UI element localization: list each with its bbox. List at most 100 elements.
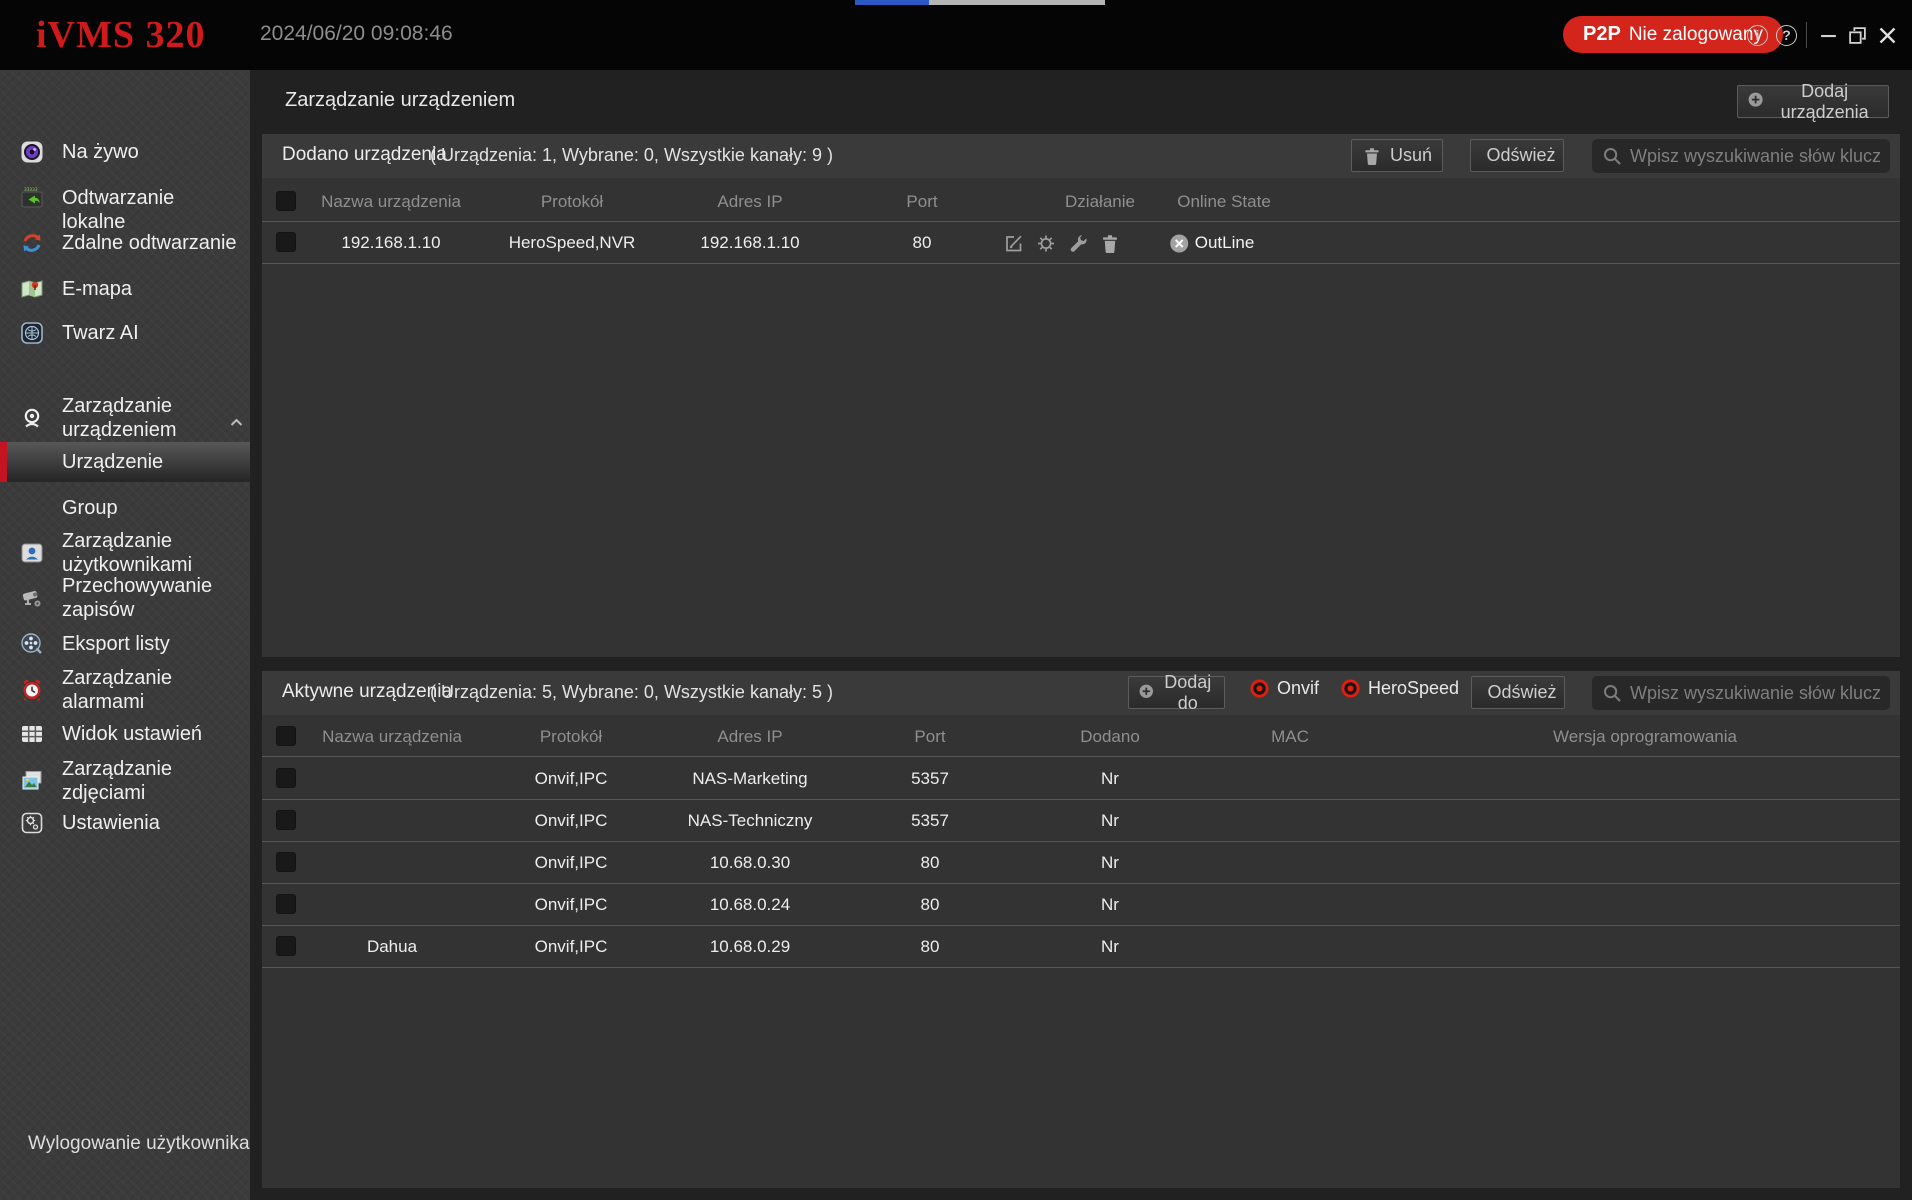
trash-icon[interactable] <box>1100 233 1121 254</box>
sidebar-item-twarz-ai[interactable]: Twarz AI <box>0 321 250 345</box>
info-icon[interactable]: i <box>1746 24 1769 47</box>
active-devices-summary: ( Urządzenia: 5, Wybrane: 0, Wszystkie k… <box>430 682 833 703</box>
sidebar-item-label: Zarządzanie alarmami <box>62 666 240 714</box>
sidebar-item-przechowywanie-zapis-w[interactable]: Przechowywanie zapisów <box>0 574 250 622</box>
active-device-row[interactable]: Onvif,IPC10.68.0.2480Nr <box>262 884 1900 926</box>
titlebar-artifact-gray <box>929 0 1105 5</box>
refresh-added-button[interactable]: Odśwież <box>1470 139 1564 172</box>
face-ai-icon <box>20 321 44 345</box>
sidebar: Na żywo 33333Odtwarzanie lokalne Zdalne od… <box>0 70 250 1200</box>
plus-icon <box>1139 683 1154 703</box>
active-device-row[interactable]: Onvif,IPCNAS-Marketing5357Nr <box>262 758 1900 800</box>
active-device-row[interactable]: DahuaOnvif,IPC10.68.0.2980Nr <box>262 926 1900 968</box>
column-header: Online State <box>1177 181 1271 222</box>
added-device-row[interactable]: 192.168.1.10HeroSpeed,NVR192.168.1.1080O… <box>262 222 1900 264</box>
search-icon <box>1602 146 1622 166</box>
table-cell: 5357 <box>911 758 949 800</box>
table-cell: 80 <box>921 842 940 884</box>
column-header: Protokół <box>540 716 602 757</box>
select-all-checkbox[interactable] <box>276 191 296 211</box>
sidebar-item-na-ywo[interactable]: Na żywo <box>0 140 250 164</box>
edit-icon[interactable] <box>1004 233 1025 254</box>
table-cell: NAS-Techniczny <box>688 800 813 842</box>
added-search-input[interactable] <box>1630 146 1880 167</box>
active-device-row[interactable]: Onvif,IPC10.68.0.3080Nr <box>262 842 1900 884</box>
sidebar-item-group[interactable]: Group <box>0 496 250 520</box>
add-device-label: Dodaj urządzenia <box>1771 81 1878 123</box>
sidebar-item-zdalne-odtwarzanie[interactable]: Zdalne odtwarzanie <box>0 231 250 255</box>
trash-icon <box>1362 146 1382 166</box>
sidebar-item-zarz-dzanie-urz-dzeniem[interactable]: Zarządzanie urządzeniem <box>0 394 250 442</box>
sidebar-item-zarz-dzanie-alarmami[interactable]: Zarządzanie alarmami <box>0 666 250 714</box>
table-cell: 10.68.0.24 <box>710 884 790 926</box>
table-cell: Nr <box>1101 926 1119 968</box>
active-device-row[interactable]: Onvif,IPCNAS-Techniczny5357Nr <box>262 800 1900 842</box>
p2p-label: P2P <box>1583 23 1621 46</box>
settings-icon <box>20 811 44 835</box>
record-storage-icon <box>20 586 44 610</box>
sidebar-item-eksport-listy[interactable]: Eksport listy <box>0 632 250 656</box>
add-to-button[interactable]: Dodaj do <box>1128 676 1225 709</box>
local-playback-icon: 33333 <box>20 186 44 210</box>
help-icon[interactable]: ? <box>1775 24 1798 47</box>
added-devices-header: Dodano urządzenia ( Urządzenia: 1, Wybra… <box>262 134 1900 178</box>
delete-button[interactable]: Usuń <box>1351 139 1443 172</box>
active-devices-header: Aktywne urządzenia ( Urządzenia: 5, Wybr… <box>262 671 1900 715</box>
table-cell: 10.68.0.29 <box>710 926 790 968</box>
sidebar-item-zarz-dzanie-zdj-ciami[interactable]: Zarządzanie zdjęciami <box>0 757 250 805</box>
select-all-checkbox[interactable] <box>276 726 296 746</box>
device-management-icon <box>20 406 44 430</box>
active-search-input[interactable] <box>1630 683 1880 704</box>
sidebar-item-odtwarzanie-lokalne[interactable]: 33333Odtwarzanie lokalne <box>0 186 250 210</box>
user-management-icon <box>20 541 44 565</box>
active-devices-title: Aktywne urządzenia <box>282 681 452 703</box>
table-cell: 5357 <box>911 800 949 842</box>
sidebar-item-widok-ustawie-[interactable]: Widok ustawień <box>0 722 250 746</box>
column-header: Działanie <box>1065 181 1135 222</box>
row-checkbox[interactable] <box>276 768 296 788</box>
sidebar-item-label: Zarządzanie urządzeniem <box>62 394 240 442</box>
column-header: Port <box>906 181 937 222</box>
row-checkbox[interactable] <box>276 810 296 830</box>
onvif-label: Onvif <box>1277 678 1319 699</box>
minimize-icon[interactable] <box>1817 24 1840 47</box>
row-checkbox[interactable] <box>276 232 296 252</box>
row-checkbox[interactable] <box>276 894 296 914</box>
row-actions <box>1004 222 1121 264</box>
emap-icon <box>20 277 44 301</box>
logout-button[interactable]: Wylogowanie użytkownika <box>28 1133 250 1155</box>
status-offline-icon <box>1170 234 1189 253</box>
restore-icon[interactable] <box>1846 24 1869 47</box>
sidebar-item-e-mapa[interactable]: E-mapa <box>0 277 250 301</box>
sidebar-item-ustawienia[interactable]: Ustawienia <box>0 811 250 835</box>
remote-playback-icon <box>20 231 44 255</box>
online-state-badge: OutLine <box>1170 222 1255 264</box>
onvif-radio[interactable]: Onvif <box>1250 678 1319 699</box>
table-cell: 80 <box>921 926 940 968</box>
picture-management-icon <box>20 769 44 793</box>
row-checkbox[interactable] <box>276 936 296 956</box>
close-icon[interactable] <box>1876 24 1899 47</box>
refresh-active-button[interactable]: Odśwież <box>1471 676 1565 709</box>
table-cell: Onvif,IPC <box>535 884 608 926</box>
sidebar-item-zarz-dzanie-u-ytkownikami[interactable]: Zarządzanie użytkownikami <box>0 529 250 577</box>
chevron-up-icon[interactable] <box>230 414 243 423</box>
table-cell: Nr <box>1101 800 1119 842</box>
wrench-icon[interactable] <box>1068 233 1089 254</box>
sidebar-item-urz-dzenie[interactable]: Urządzenie <box>0 442 250 482</box>
refresh-label: Odśwież <box>1487 682 1556 703</box>
sidebar-item-label: Group <box>62 496 240 520</box>
table-cell: 80 <box>921 884 940 926</box>
table-cell: Onvif,IPC <box>535 926 608 968</box>
added-devices-panel: Dodano urządzenia ( Urządzenia: 1, Wybra… <box>262 134 1900 657</box>
row-checkbox[interactable] <box>276 852 296 872</box>
plus-icon <box>1748 92 1763 112</box>
gear-icon[interactable] <box>1036 233 1057 254</box>
delete-label: Usuń <box>1390 145 1432 166</box>
herospeed-radio[interactable]: HeroSpeed <box>1341 678 1459 699</box>
sidebar-item-label: Na żywo <box>62 140 240 164</box>
add-device-button[interactable]: Dodaj urządzenia <box>1737 85 1889 118</box>
radio-icon <box>1341 679 1360 698</box>
table-cell: 80 <box>913 222 932 264</box>
table-cell: 192.168.1.10 <box>700 222 799 264</box>
